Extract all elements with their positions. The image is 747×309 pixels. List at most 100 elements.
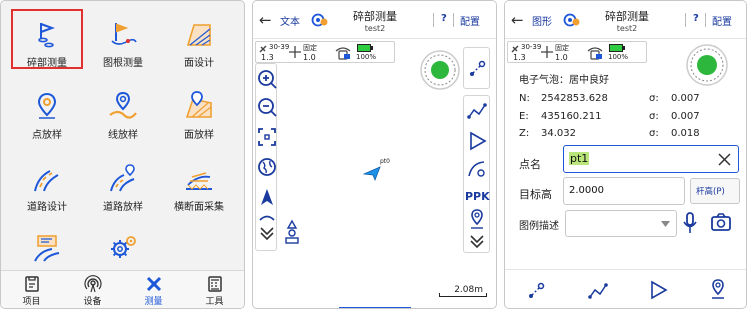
header-divider: [685, 13, 686, 27]
coord-label: N:: [519, 93, 530, 104]
point-name-field[interactable]: pt1: [563, 145, 739, 173]
expand-down-icon[interactable]: [466, 230, 488, 252]
config-button[interactable]: 配置: [460, 13, 480, 28]
tile-label: 点放样: [32, 130, 62, 141]
draw-tool-box: [463, 47, 490, 89]
back-button[interactable]: ←: [259, 11, 272, 29]
page-title: 碎部测量: [605, 10, 649, 23]
point-collect-icon[interactable]: [466, 58, 488, 80]
right-tool-column: PPK: [463, 95, 490, 253]
fix-status: 固定: [555, 44, 569, 52]
tab-project[interactable]: 项目: [1, 271, 62, 308]
current-position-arrow-icon: [363, 166, 381, 181]
tile-label: 道路放样: [103, 202, 143, 213]
battery-icon: [357, 44, 373, 52]
tile-label: 图根测量: [103, 58, 143, 69]
map-tool-column: [255, 63, 277, 251]
receiver-icon: [587, 47, 603, 60]
coord-label: Z:: [519, 128, 530, 139]
battery-icon: [609, 44, 625, 52]
measure-icon: [146, 276, 161, 292]
road-misc-icon: [34, 235, 60, 262]
tile-label: 碎部测量: [27, 58, 67, 69]
pdop-value: 1.3: [513, 53, 526, 62]
detail-survey-map-panel: ← 文本 碎部测量 test2 ? 配置 30-39 1.3 固定 1.0 10…: [252, 0, 497, 309]
config-button[interactable]: 配置: [712, 13, 732, 28]
tile-road-misc[interactable]: [11, 223, 83, 267]
tab-label: 项目: [22, 297, 41, 307]
microphone-icon[interactable]: [682, 211, 698, 235]
play-icon[interactable]: [647, 279, 669, 301]
point-collect-icon[interactable]: [525, 280, 547, 302]
project-name: test2: [364, 24, 386, 33]
header-divider: [705, 13, 706, 27]
fix-crosshair-icon: [289, 46, 301, 58]
location-pin-icon[interactable]: [707, 278, 729, 302]
scale-line: [439, 293, 487, 297]
sigma-label: σ:: [649, 111, 659, 122]
clear-icon[interactable]: [717, 152, 732, 167]
sigma-value: 0.018: [671, 128, 700, 139]
pole-marker-icon[interactable]: [283, 219, 301, 245]
tile-detail-survey[interactable]: 碎部测量: [11, 9, 83, 69]
curve-stake-icon[interactable]: [466, 158, 488, 180]
legend-select[interactable]: [565, 210, 677, 237]
pdop-value: 1.3: [261, 53, 274, 62]
tile-area-stakeout[interactable]: 面放样: [163, 81, 235, 141]
zoom-in-icon[interactable]: [256, 68, 278, 90]
cross-section-icon: [186, 172, 212, 190]
camera-icon[interactable]: [710, 212, 732, 232]
sigma-value: 0.007: [671, 111, 700, 122]
tools-icon: [207, 276, 222, 292]
battery-level: 100%: [356, 53, 377, 61]
receiver-icon: [335, 47, 351, 60]
project-name: test2: [616, 24, 638, 33]
text-mode-button[interactable]: 文本: [280, 13, 300, 28]
point-name-label: 点名: [519, 158, 541, 171]
help-button[interactable]: ?: [441, 13, 447, 24]
line-collect-icon[interactable]: [587, 280, 609, 302]
pole-height-button[interactable]: 杆高(P): [690, 178, 740, 204]
top-header: ← 文本 碎部测量 test2 ? 配置: [253, 1, 496, 39]
back-button[interactable]: ←: [511, 11, 524, 29]
tile-road-design[interactable]: 道路设计: [11, 153, 83, 213]
bottom-tab-bar: 项目 设备 测量 工具: [1, 270, 244, 308]
graphic-mode-button[interactable]: 图形: [532, 13, 552, 28]
ppk-button[interactable]: PPK: [465, 190, 490, 203]
level-bubble-indicator: [420, 50, 460, 90]
road-design-icon: [34, 170, 59, 192]
point-stakeout-icon: [37, 92, 57, 119]
gps-status-icon[interactable]: [310, 12, 328, 28]
tile-point-stakeout[interactable]: 点放样: [11, 81, 83, 141]
globe-icon[interactable]: [256, 156, 278, 178]
tile-road-stakeout[interactable]: 道路放样: [87, 153, 159, 213]
gps-status-icon[interactable]: [562, 12, 580, 28]
page-title: 碎部测量: [353, 10, 397, 23]
tile-label: 横断面采集: [174, 202, 224, 213]
tile-settings[interactable]: [87, 223, 159, 267]
target-height-field[interactable]: 2.0000: [563, 177, 685, 205]
help-button[interactable]: ?: [693, 13, 699, 24]
coord-label: E:: [519, 111, 529, 122]
tab-tools[interactable]: 工具: [184, 271, 244, 308]
location-pin-icon[interactable]: [466, 208, 488, 230]
tile-area-design[interactable]: 面设计: [163, 9, 235, 69]
tab-label: 设备: [83, 297, 102, 307]
north-arrow-icon[interactable]: [256, 186, 278, 208]
expand-down-icon[interactable]: [256, 222, 278, 244]
area-stakeout-icon: [185, 91, 212, 118]
zoom-out-icon[interactable]: [256, 96, 278, 118]
tab-device[interactable]: 设备: [62, 271, 123, 308]
tile-control-survey[interactable]: 图根测量: [87, 9, 159, 69]
line-collect-icon[interactable]: [466, 100, 488, 122]
tile-label: 面放样: [184, 130, 214, 141]
tile-cross-section[interactable]: 横断面采集: [163, 153, 235, 213]
zoom-extent-icon[interactable]: [256, 126, 278, 148]
point-label: pt0: [380, 158, 390, 165]
area-design-icon: [186, 24, 211, 46]
bubble-status: 电子气泡：居中良好: [519, 75, 609, 86]
play-icon[interactable]: [466, 130, 488, 152]
tile-line-stakeout[interactable]: 线放样: [87, 81, 159, 141]
fix-value: 1.0: [555, 53, 568, 62]
tab-measure[interactable]: 测量: [123, 271, 184, 308]
